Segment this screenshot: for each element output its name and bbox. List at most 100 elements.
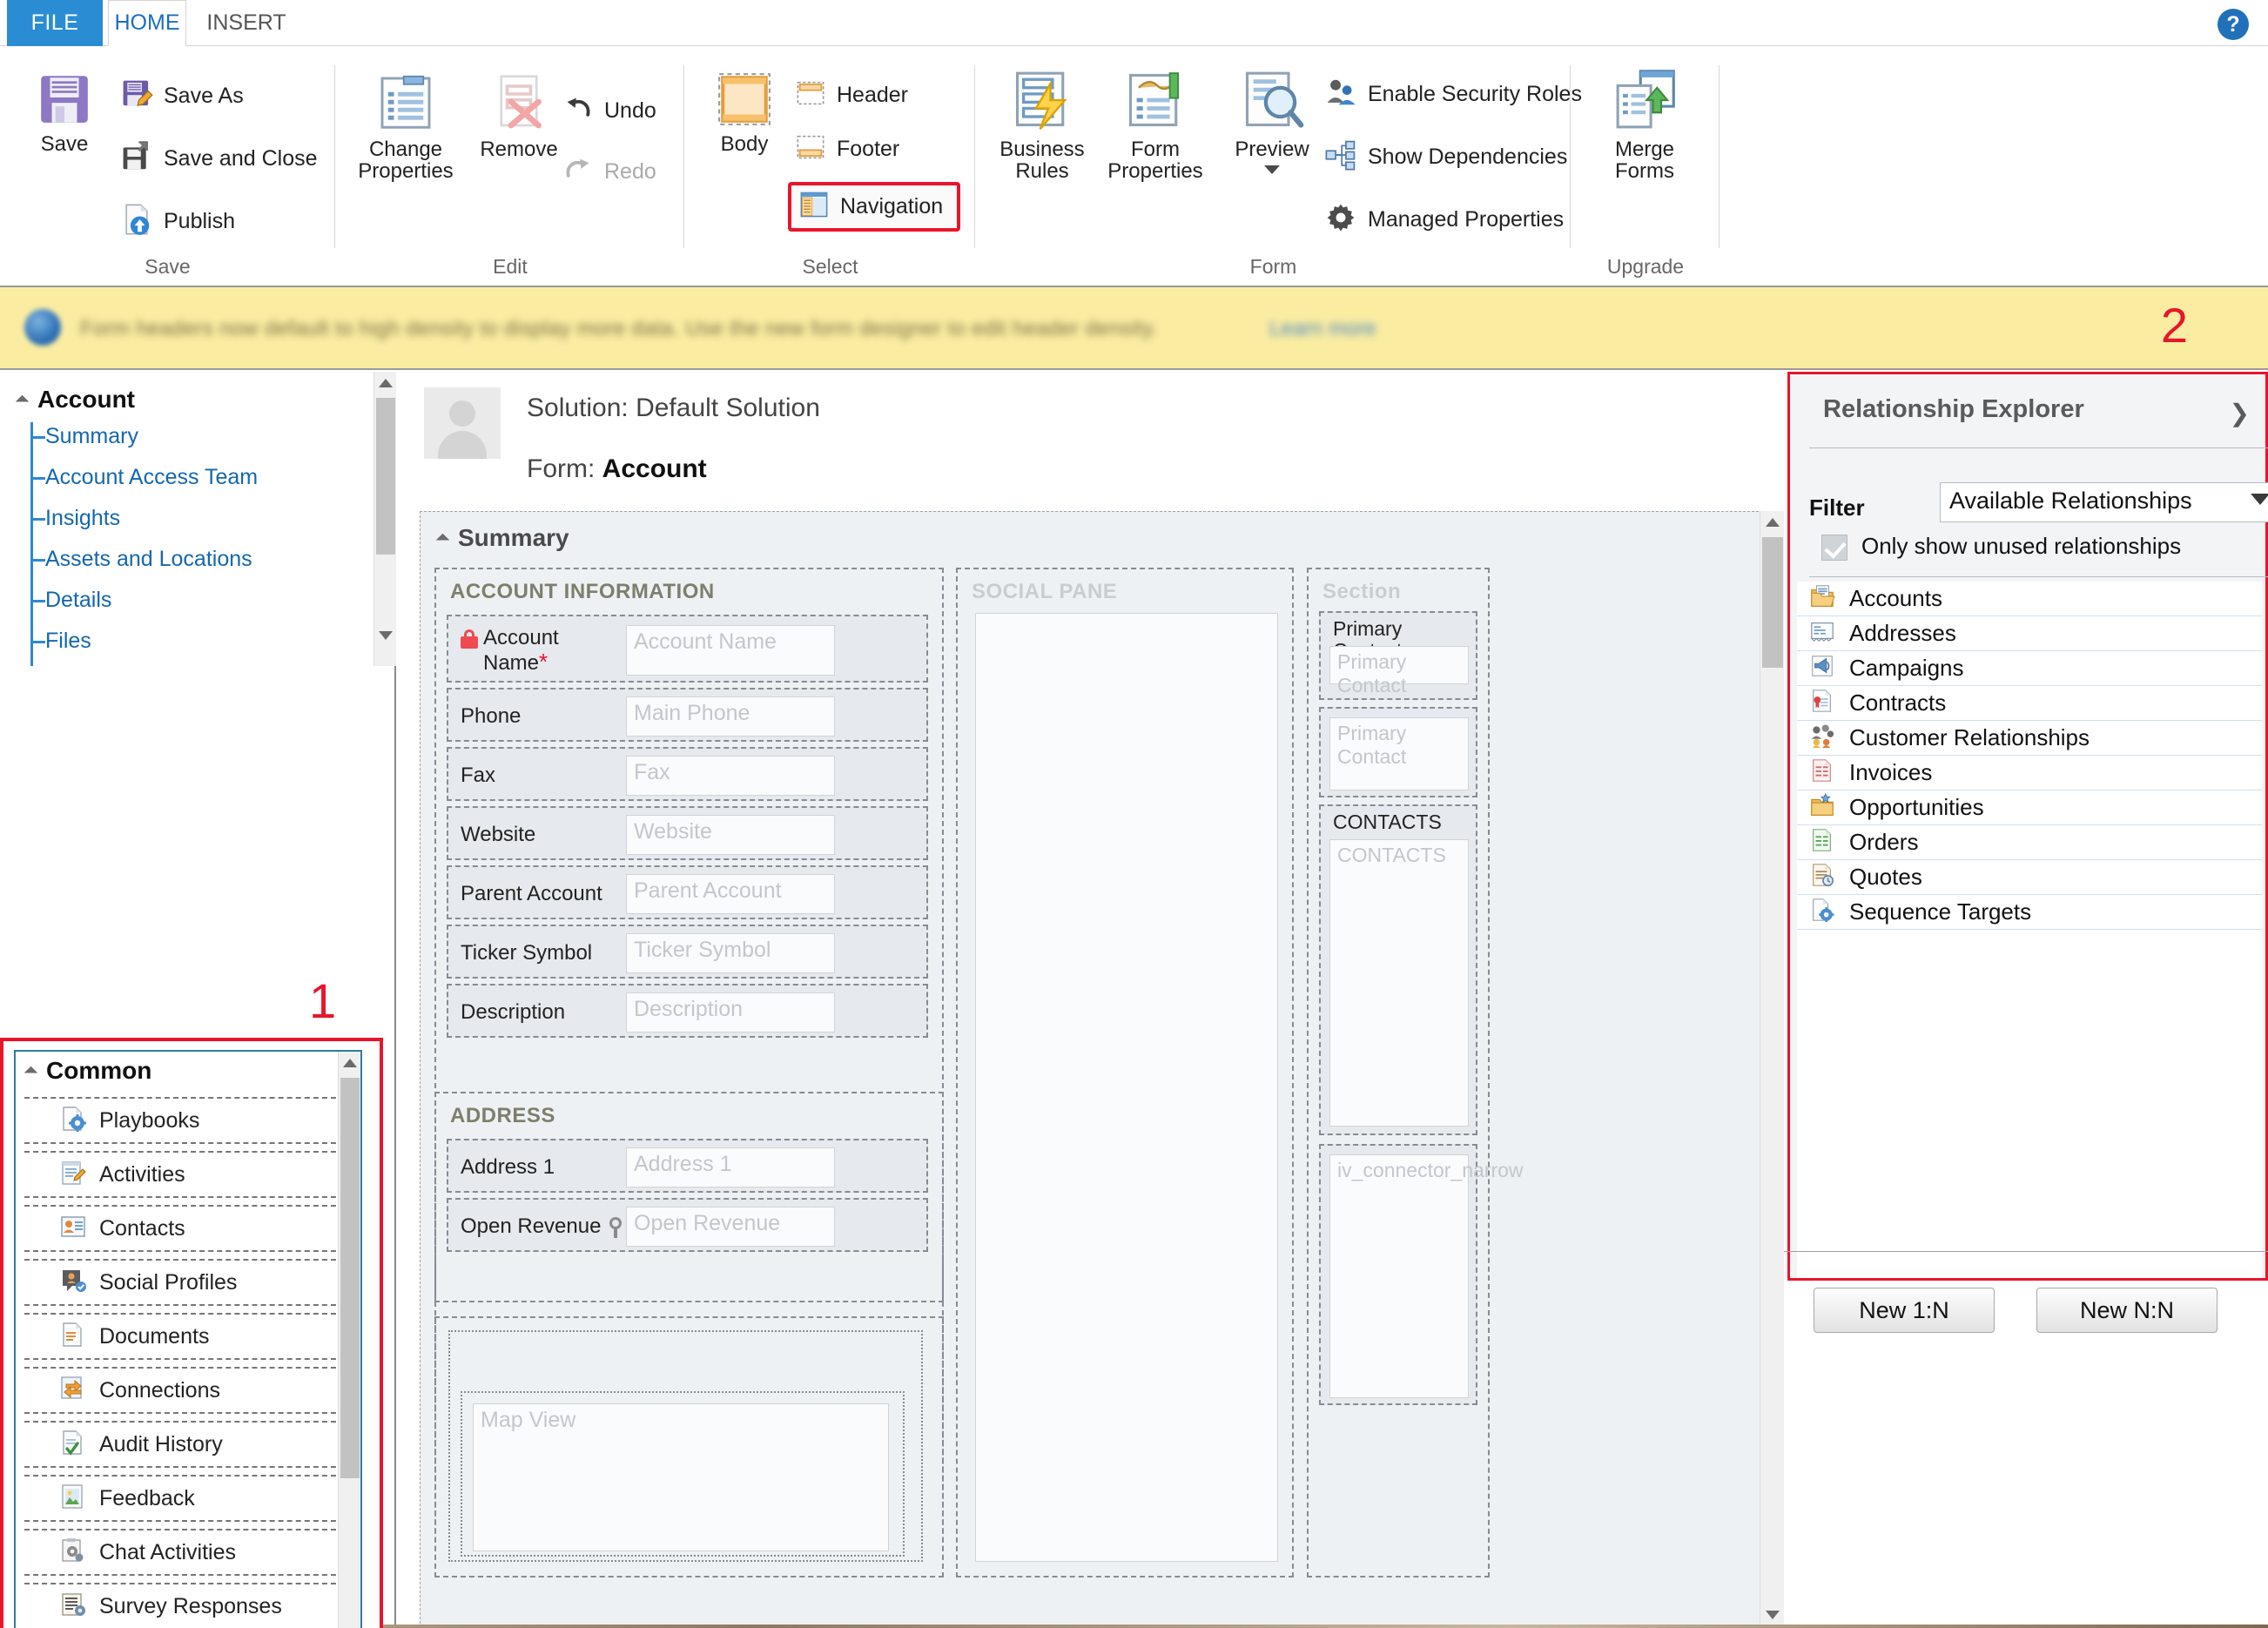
scroll-up-button[interactable]: [1760, 511, 1785, 534]
business-rules-button[interactable]: Business Rules: [992, 67, 1093, 182]
map-view-wrapper[interactable]: Map View: [448, 1330, 923, 1562]
field-input-primary-contact-2[interactable]: Primary Contact: [1329, 717, 1469, 790]
map-view-inner[interactable]: Map View: [461, 1391, 905, 1557]
save-and-close-button[interactable]: Save and Close: [120, 140, 318, 178]
managed-properties-button[interactable]: Managed Properties: [1324, 201, 1564, 239]
new-nn-button[interactable]: New N:N: [2036, 1288, 2218, 1333]
relationship-item-opportunities[interactable]: Opportunities: [1797, 790, 2262, 825]
form-column-2[interactable]: SOCIAL PANE: [956, 568, 1294, 1578]
field-row-parent-account[interactable]: Parent Account Parent Account: [447, 865, 928, 919]
nav-item-audit-history[interactable]: Audit History: [24, 1421, 345, 1468]
chevron-down-icon[interactable]: [1264, 165, 1280, 175]
scrollbar-thumb[interactable]: [340, 1078, 360, 1478]
chevron-right-icon[interactable]: ❯: [2230, 399, 2250, 427]
field-input-account-name[interactable]: Account Name: [626, 625, 835, 676]
field-input-website[interactable]: Website: [626, 815, 835, 855]
tree-item-summary[interactable]: Summary: [45, 424, 138, 449]
field-input-iv-connector-narrow[interactable]: iv_connector_narrow: [1329, 1154, 1524, 1398]
scrollbar-thumb[interactable]: [376, 398, 395, 555]
show-dependencies-button[interactable]: Show Dependencies: [1324, 138, 1567, 176]
field-input-contacts[interactable]: CONTACTS: [1329, 839, 1469, 1127]
tree-item-insights[interactable]: Insights: [45, 506, 120, 531]
tree-item-account-access-team[interactable]: Account Access Team: [45, 465, 258, 490]
new-1n-button[interactable]: New 1:N: [1814, 1288, 1995, 1333]
field-input-description[interactable]: Description: [626, 992, 835, 1033]
tree-scrollbar[interactable]: [374, 372, 396, 666]
relationship-item-quotes[interactable]: Quotes: [1797, 860, 2262, 895]
relationship-item-customer-relationships[interactable]: Customer Relationships: [1797, 721, 2262, 756]
notification-link[interactable]: Learn more: [1269, 317, 1376, 341]
field-row-phone[interactable]: Phone Main Phone: [447, 688, 928, 742]
relationship-item-sequence-targets[interactable]: Sequence Targets: [1797, 895, 2262, 930]
field-input-map-view[interactable]: Map View: [473, 1403, 889, 1551]
field-row-primary-contact-2[interactable]: Primary Contact: [1319, 707, 1477, 797]
body-button[interactable]: Body: [694, 71, 795, 155]
save-button[interactable]: Save: [14, 71, 115, 155]
nav-item-playbooks[interactable]: Playbooks: [24, 1097, 345, 1144]
form-section-map[interactable]: Map View: [434, 1316, 944, 1578]
publish-button[interactable]: Publish: [120, 203, 235, 240]
field-input-address-1[interactable]: Address 1: [626, 1147, 835, 1187]
tree-root[interactable]: Account: [15, 386, 135, 414]
social-pane-control[interactable]: [975, 613, 1278, 1562]
save-as-button[interactable]: Save As: [120, 77, 244, 115]
field-row-open-revenue[interactable]: Open Revenue Open Revenue: [447, 1198, 928, 1252]
common-header[interactable]: Common: [24, 1057, 151, 1085]
relationship-item-contracts[interactable]: Contracts: [1797, 686, 2262, 721]
tree-item-files[interactable]: Files: [45, 629, 91, 654]
tree-item-details[interactable]: Details: [45, 588, 111, 613]
scroll-up-button[interactable]: [339, 1052, 360, 1074]
form-properties-button[interactable]: Form Properties: [1105, 67, 1206, 182]
filter-select[interactable]: Available Relationships: [1940, 482, 2268, 522]
field-input-parent-account[interactable]: Parent Account: [626, 874, 835, 914]
nav-item-connections[interactable]: Connections: [24, 1367, 345, 1414]
field-row-description[interactable]: Description Description: [447, 984, 928, 1038]
nav-item-activities[interactable]: Activities: [24, 1151, 345, 1198]
help-icon[interactable]: ?: [2218, 9, 2249, 40]
field-row-website[interactable]: Website Website: [447, 806, 928, 860]
scroll-down-button[interactable]: [1760, 1604, 1785, 1626]
nav-item-contacts[interactable]: Contacts: [24, 1205, 345, 1252]
field-input-primary-contact[interactable]: Primary Contact: [1329, 646, 1469, 696]
relationship-item-accounts[interactable]: Accounts: [1797, 582, 2262, 616]
field-row-iv-connector-narrow[interactable]: iv_connector_narrow: [1319, 1144, 1524, 1405]
form-tab-summary[interactable]: Summary: [435, 524, 569, 552]
remove-button[interactable]: Remove: [468, 71, 569, 160]
tab-file[interactable]: FILE: [7, 0, 103, 46]
form-column-3[interactable]: Section Primary Contact Primary Contact …: [1307, 568, 1524, 1578]
enable-security-roles-button[interactable]: Enable Security Roles: [1324, 76, 1582, 113]
field-row-primary-contact[interactable]: Primary Contact Primary Contact: [1319, 611, 1477, 700]
form-section-address[interactable]: ADDRESS Address 1 Address 1 Open Revenue…: [434, 1092, 944, 1302]
nav-item-social-profiles[interactable]: Social Profiles: [24, 1259, 345, 1306]
nav-item-documents[interactable]: Documents: [24, 1313, 345, 1360]
undo-button[interactable]: Undo: [562, 93, 656, 129]
tab-home[interactable]: HOME: [108, 0, 186, 46]
field-row-ticker-symbol[interactable]: Ticker Symbol Ticker Symbol: [447, 925, 928, 979]
relationship-item-orders[interactable]: Orders: [1797, 825, 2262, 860]
change-properties-button[interactable]: Change Properties: [355, 71, 456, 182]
field-row-address-1[interactable]: Address 1 Address 1: [447, 1139, 928, 1193]
canvas-scrollbar[interactable]: [1760, 511, 1785, 1628]
merge-forms-button[interactable]: Merge Forms: [1594, 67, 1695, 182]
nav-item-feedback[interactable]: Feedback: [24, 1475, 345, 1522]
only-unused-checkbox[interactable]: [1821, 535, 1847, 561]
scroll-up-button[interactable]: [374, 372, 396, 394]
footer-button[interactable]: Footer: [795, 131, 899, 167]
field-input-phone[interactable]: Main Phone: [626, 696, 835, 737]
field-input-fax[interactable]: Fax: [626, 756, 835, 796]
nav-item-chat-activities[interactable]: Chat Activities: [24, 1529, 345, 1576]
field-row-contacts[interactable]: CONTACTS CONTACTS: [1319, 804, 1477, 1135]
form-column-1[interactable]: ACCOUNT INFORMATION Account Name* Accoun…: [434, 568, 944, 1578]
preview-button[interactable]: Preview: [1221, 67, 1322, 175]
navigation-button[interactable]: Navigation: [788, 182, 961, 232]
relationship-item-invoices[interactable]: Invoices: [1797, 756, 2262, 790]
scrollbar-thumb[interactable]: [1762, 537, 1783, 668]
relationship-item-addresses[interactable]: Addresses: [1797, 616, 2262, 651]
header-button[interactable]: Header: [795, 77, 908, 113]
field-row-account-name[interactable]: Account Name* Account Name: [447, 615, 928, 683]
field-row-fax[interactable]: Fax Fax: [447, 747, 928, 801]
redo-button[interactable]: Redo: [562, 154, 656, 190]
field-input-ticker-symbol[interactable]: Ticker Symbol: [626, 933, 835, 973]
scroll-down-button[interactable]: [374, 624, 396, 647]
tree-item-assets-and-locations[interactable]: Assets and Locations: [45, 547, 252, 572]
